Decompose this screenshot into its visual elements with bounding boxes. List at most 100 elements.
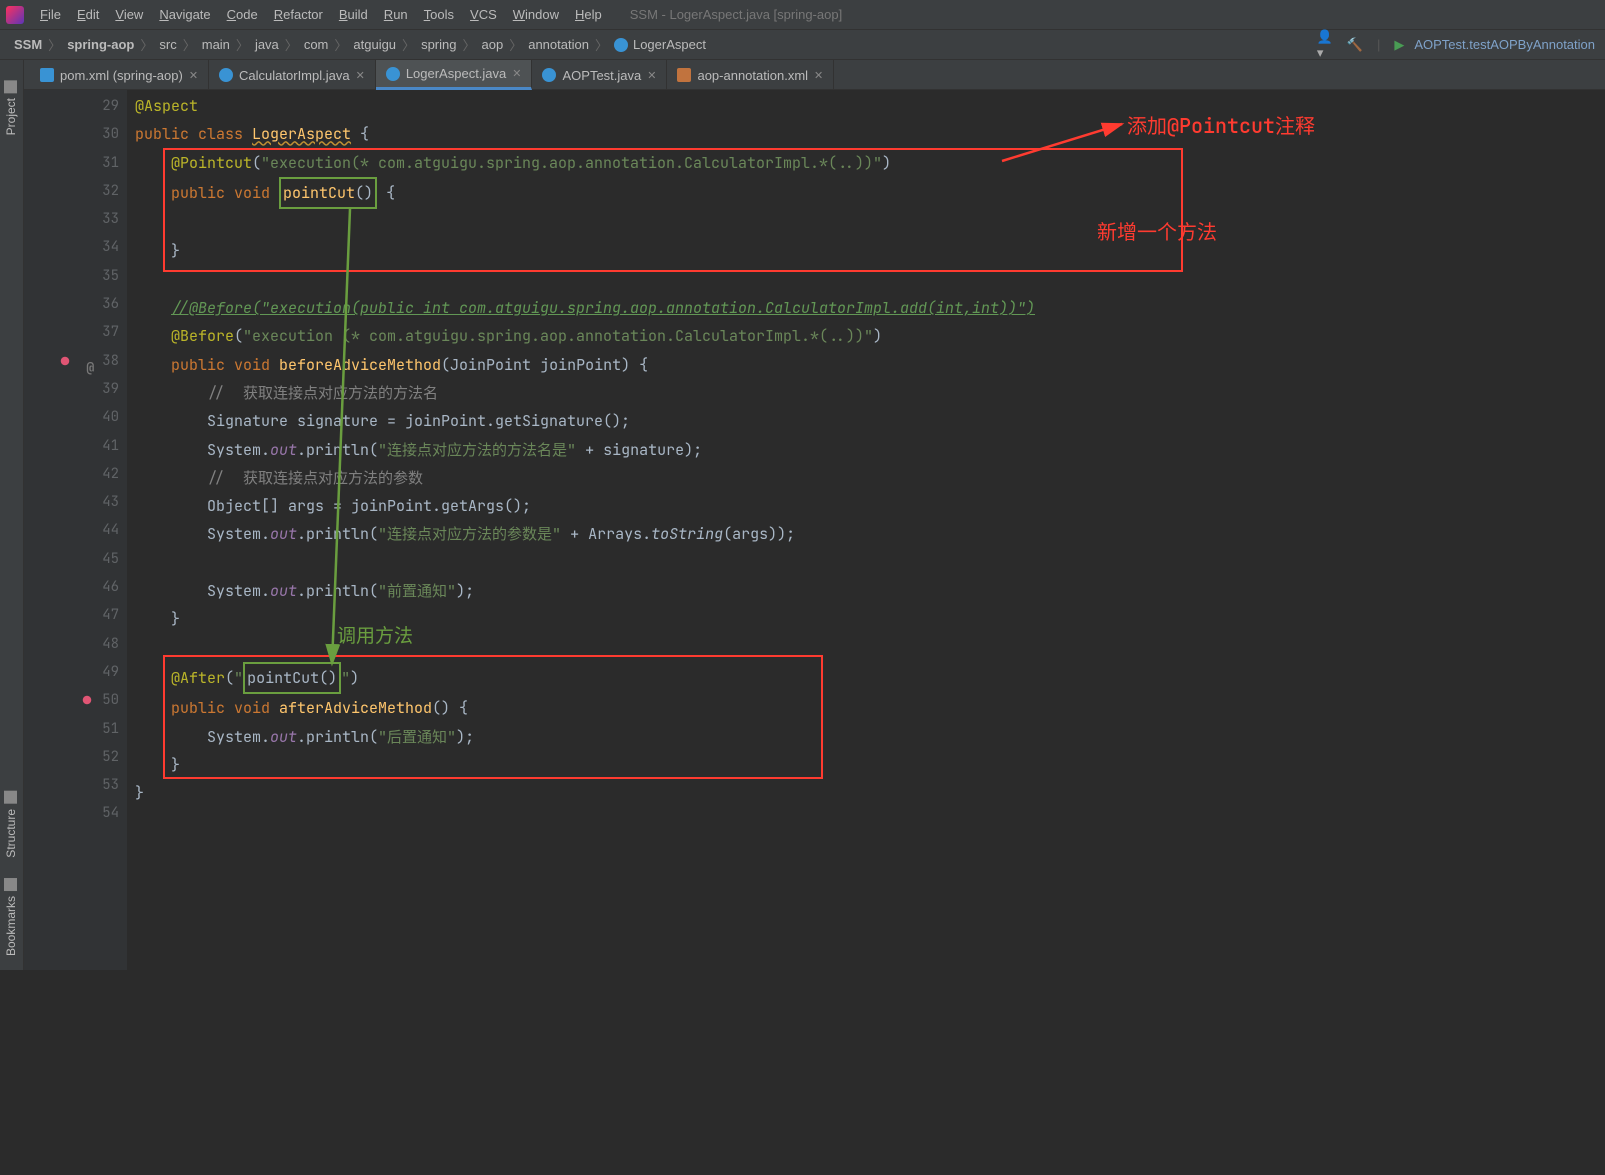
- close-icon[interactable]: ✕: [814, 69, 823, 82]
- bean-gutter-icon[interactable]: [80, 693, 94, 707]
- line-number: 44: [102, 516, 119, 544]
- breadcrumb-com[interactable]: com: [300, 37, 333, 52]
- line-number: 32: [102, 177, 119, 205]
- line-number: 48: [102, 630, 119, 658]
- code-line: System.out.println("连接点对应方法的参数是" + Array…: [135, 520, 1605, 548]
- annotation-text-1: 添加@Pointcut注释: [1127, 112, 1315, 140]
- breadcrumb-src[interactable]: src: [155, 37, 180, 52]
- line-number: 41: [102, 432, 119, 460]
- line-number: 47: [102, 601, 119, 629]
- editor-area: 293031323334353637@383940414243444546474…: [24, 90, 1605, 970]
- code-area[interactable]: @Aspectpublic class LogerAspect { @Point…: [127, 90, 1605, 970]
- code-line: }: [135, 751, 1605, 779]
- file-icon: [386, 67, 400, 81]
- menu-tools[interactable]: Tools: [416, 7, 462, 22]
- sidebar-tab-bookmarks[interactable]: Bookmarks: [0, 868, 22, 966]
- navigation-bar: SSM〉spring-aop〉src〉main〉java〉com〉atguigu…: [0, 30, 1605, 60]
- tab-calculatorimpl-java[interactable]: CalculatorImpl.java✕: [209, 60, 376, 90]
- close-icon[interactable]: ✕: [512, 67, 521, 80]
- close-icon[interactable]: ✕: [356, 69, 365, 82]
- line-number: 40: [102, 403, 119, 431]
- menu-file[interactable]: File: [32, 7, 69, 22]
- line-number: 38: [102, 347, 119, 375]
- line-number: 42: [102, 460, 119, 488]
- code-line: // 获取连接点对应方法的方法名: [135, 379, 1605, 407]
- breadcrumb-logeraspect[interactable]: LogerAspect: [610, 37, 710, 53]
- code-line: //@Before("execution(public int com.atgu…: [135, 294, 1605, 322]
- line-number: 51: [102, 715, 119, 743]
- folder-icon: [5, 80, 18, 93]
- build-icon[interactable]: 🔨: [1347, 37, 1363, 53]
- annotation-text-2: 新增一个方法: [1097, 218, 1217, 246]
- breadcrumb-annotation[interactable]: annotation: [524, 37, 593, 52]
- code-line: public void pointCut() {: [135, 177, 1605, 209]
- line-number: 30: [102, 120, 119, 148]
- line-number: 52: [102, 743, 119, 771]
- code-line: System.out.println("后置通知");: [135, 723, 1605, 751]
- run-config-selector[interactable]: ▶ AOPTest.testAOPByAnnotation: [1394, 37, 1595, 53]
- sidebar-tab-project[interactable]: Project: [0, 70, 22, 145]
- file-icon: [40, 68, 54, 82]
- line-number: 31: [102, 149, 119, 177]
- breadcrumb-spring-aop[interactable]: spring-aop: [63, 37, 138, 52]
- close-icon[interactable]: ✕: [189, 69, 198, 82]
- breadcrumb-spring[interactable]: spring: [417, 37, 460, 52]
- line-number: 36: [102, 290, 119, 318]
- breadcrumb-java[interactable]: java: [251, 37, 283, 52]
- menu-edit[interactable]: Edit: [69, 7, 107, 22]
- line-number: 29: [102, 92, 119, 120]
- tab-logeraspect-java[interactable]: LogerAspect.java✕: [376, 60, 533, 90]
- code-line: [135, 266, 1605, 294]
- file-icon: [219, 68, 233, 82]
- breadcrumb-ssm[interactable]: SSM: [10, 37, 46, 52]
- menu-code[interactable]: Code: [219, 7, 266, 22]
- menu-window[interactable]: Window: [505, 7, 567, 22]
- breadcrumb-aop[interactable]: aop: [478, 37, 508, 52]
- breadcrumb-main[interactable]: main: [198, 37, 234, 52]
- line-number: 35: [102, 262, 119, 290]
- code-line: public class LogerAspect {: [135, 120, 1605, 148]
- line-number: 53: [102, 771, 119, 799]
- user-icon[interactable]: 👤▾: [1317, 37, 1333, 53]
- class-icon: [614, 38, 628, 52]
- code-line: @Before("execution (* com.atguigu.spring…: [135, 322, 1605, 350]
- left-sidebar: Project Structure Bookmarks: [0, 60, 24, 970]
- menu-run[interactable]: Run: [376, 7, 416, 22]
- play-icon: ▶: [1394, 37, 1404, 53]
- code-line: System.out.println("连接点对应方法的方法名是" + sign…: [135, 436, 1605, 464]
- line-number: 39: [102, 375, 119, 403]
- close-icon[interactable]: ✕: [647, 69, 656, 82]
- at-gutter-icon[interactable]: @: [80, 354, 94, 368]
- code-line: @Pointcut("execution(* com.atguigu.sprin…: [135, 149, 1605, 177]
- breadcrumb-atguigu[interactable]: atguigu: [349, 37, 400, 52]
- tab-pom-xml--spring-aop-[interactable]: pom.xml (spring-aop)✕: [30, 60, 209, 90]
- menu-refactor[interactable]: Refactor: [266, 7, 331, 22]
- bean-gutter-icon[interactable]: [58, 354, 72, 368]
- line-number: 54: [102, 799, 119, 827]
- line-number: 43: [102, 488, 119, 516]
- menu-view[interactable]: View: [107, 7, 151, 22]
- app-logo-icon: [6, 6, 24, 24]
- code-line: public void afterAdviceMethod() {: [135, 694, 1605, 722]
- code-line: System.out.println("前置通知");: [135, 577, 1605, 605]
- line-number: 33: [102, 205, 119, 233]
- menu-build[interactable]: Build: [331, 7, 376, 22]
- code-line: [135, 209, 1605, 237]
- sidebar-tab-structure[interactable]: Structure: [0, 781, 22, 868]
- annotation-text-3: 调用方法: [337, 622, 413, 650]
- menu-navigate[interactable]: Navigate: [151, 7, 218, 22]
- line-number: 46: [102, 573, 119, 601]
- code-line: public void beforeAdviceMethod(JoinPoint…: [135, 351, 1605, 379]
- code-line: // 获取连接点对应方法的参数: [135, 464, 1605, 492]
- menu-vcs[interactable]: VCS: [462, 7, 505, 22]
- code-line: }: [135, 237, 1605, 265]
- window-title: SSM - LogerAspect.java [spring-aop]: [630, 7, 842, 22]
- code-line: @Aspect: [135, 92, 1605, 120]
- tab-aop-annotation-xml[interactable]: aop-annotation.xml✕: [667, 60, 834, 90]
- line-number: 34: [102, 233, 119, 261]
- gutter: 293031323334353637@383940414243444546474…: [24, 90, 127, 970]
- menu-help[interactable]: Help: [567, 7, 610, 22]
- line-number: 45: [102, 545, 119, 573]
- tab-aoptest-java[interactable]: AOPTest.java✕: [532, 60, 667, 90]
- menu-bar: FileEditViewNavigateCodeRefactorBuildRun…: [0, 0, 1605, 30]
